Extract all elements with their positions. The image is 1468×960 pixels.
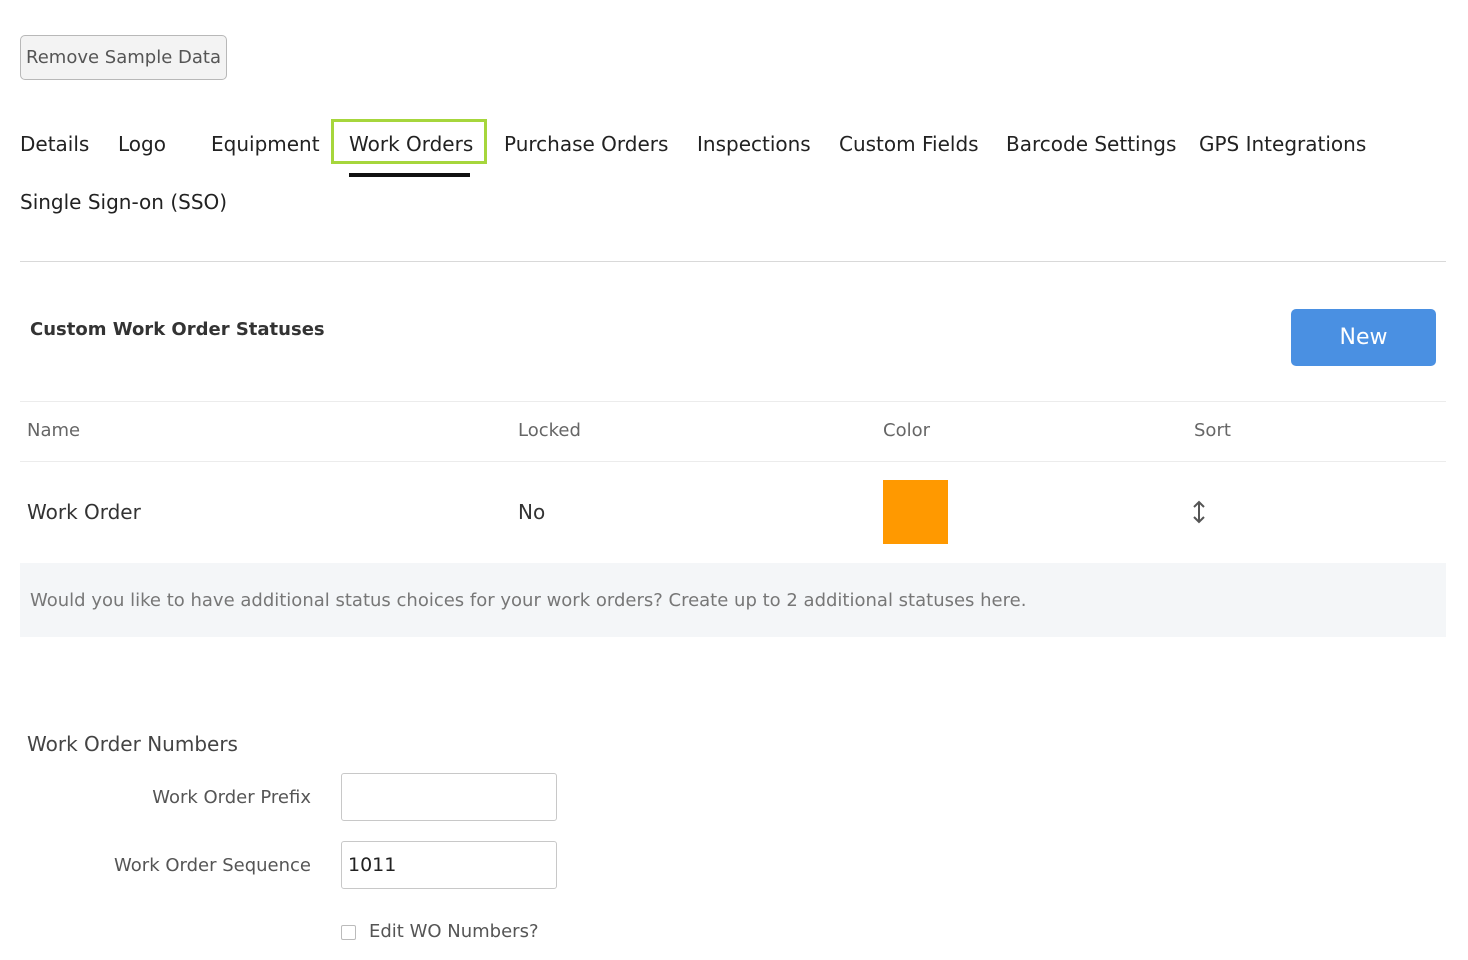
work-order-sequence-label: Work Order Sequence	[114, 855, 311, 876]
tab-inspections[interactable]: Inspections	[697, 132, 811, 156]
info-text: Would you like to have additional status…	[30, 589, 1027, 611]
active-tab-underline	[349, 173, 470, 177]
column-header-name: Name	[27, 420, 81, 441]
tab-work-orders[interactable]: Work Orders	[349, 132, 473, 156]
tab-logo[interactable]: Logo	[118, 132, 166, 156]
status-locked: No	[518, 500, 546, 524]
tab-single-sign-on[interactable]: Single Sign-on (SSO)	[20, 190, 227, 214]
column-header-locked: Locked	[518, 420, 581, 441]
table-header-border	[20, 461, 1446, 462]
work-order-prefix-label: Work Order Prefix	[152, 787, 311, 808]
new-status-button[interactable]: New	[1291, 309, 1436, 366]
tab-gps-integrations[interactable]: GPS Integrations	[1199, 132, 1366, 156]
tab-purchase-orders[interactable]: Purchase Orders	[504, 132, 668, 156]
column-header-sort: Sort	[1194, 420, 1231, 441]
status-name: Work Order	[27, 500, 141, 524]
table-top-border	[20, 401, 1446, 402]
status-color-swatch[interactable]	[883, 480, 948, 544]
additional-statuses-info: Would you like to have additional status…	[20, 563, 1446, 637]
tab-details[interactable]: Details	[20, 132, 89, 156]
tab-equipment[interactable]: Equipment	[211, 132, 320, 156]
column-header-color: Color	[883, 420, 930, 441]
sort-arrows-icon[interactable]	[1188, 498, 1210, 526]
section-title: Custom Work Order Statuses	[30, 319, 325, 340]
tab-custom-fields[interactable]: Custom Fields	[839, 132, 979, 156]
edit-wo-numbers-checkbox[interactable]	[341, 925, 356, 940]
work-order-sequence-input[interactable]	[341, 841, 557, 889]
section-divider	[20, 261, 1446, 262]
remove-sample-data-button[interactable]: Remove Sample Data	[20, 35, 227, 80]
tab-barcode-settings[interactable]: Barcode Settings	[1006, 132, 1176, 156]
edit-wo-numbers-label[interactable]: Edit WO Numbers?	[369, 921, 539, 942]
work-order-numbers-heading: Work Order Numbers	[27, 732, 238, 756]
work-order-prefix-input[interactable]	[341, 773, 557, 821]
